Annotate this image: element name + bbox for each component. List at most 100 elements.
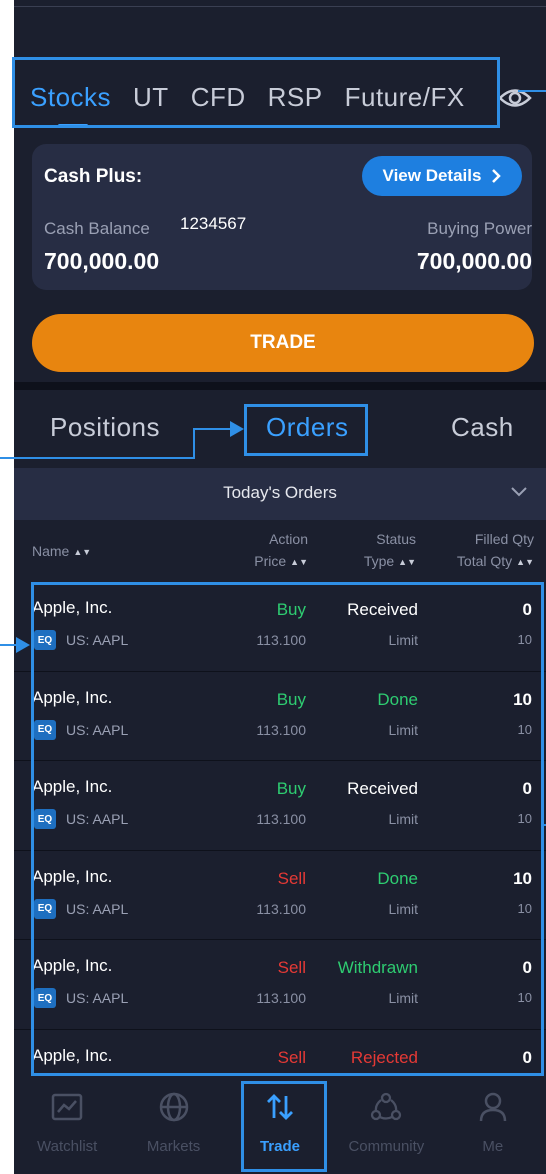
nav-markets-label: Markets (146, 1138, 201, 1155)
annotation-arrow-icon (230, 421, 244, 437)
column-qty-header[interactable]: Filled Qty Total Qty ▲▼ (434, 528, 534, 580)
order-total-qty: 10 (517, 721, 532, 737)
nav-watchlist[interactable]: Watchlist (14, 1078, 120, 1174)
order-symbol: US: AAPL (66, 632, 129, 648)
order-name: Apple, Inc. (32, 777, 113, 796)
order-row[interactable]: Apple, Inc. EQ US: AAPL Sell 113.100 Withdraw… (14, 940, 546, 1030)
order-name: Apple, Inc. (32, 1045, 113, 1065)
cash-plus-card: Cash Plus: View Details Cash Balance 123… (32, 144, 532, 290)
order-action: Buy (276, 689, 306, 709)
column-action-price-header[interactable]: Action Price ▲▼ (224, 528, 308, 580)
user-icon (479, 1092, 506, 1122)
sort-icon: ▲▼ (516, 557, 534, 568)
order-status: Done (377, 868, 418, 888)
order-row[interactable]: Apple, Inc. EQ US: AAPL Sell 113.100 Done Limi… (14, 850, 546, 940)
order-symbol: US: AAPL (66, 721, 129, 738)
tab-future-fx[interactable]: Future/FX (345, 82, 465, 113)
column-name-label: Name (32, 543, 70, 559)
order-name: Apple, Inc. (32, 956, 113, 975)
sort-icon: ▲▼ (290, 557, 308, 568)
order-price: 113.100 (256, 900, 306, 917)
nav-trade-label: Trade (259, 1138, 300, 1155)
tab-cfd[interactable]: CFD (191, 82, 246, 113)
sort-icon: ▲▼ (398, 557, 416, 568)
section-divider (14, 382, 546, 390)
view-details-button[interactable]: View Details (362, 156, 522, 196)
transfer-icon (266, 1094, 293, 1120)
order-filled-qty: 0 (522, 958, 532, 977)
order-type: Limit (388, 721, 418, 738)
annotation-line-orders-vertical (193, 428, 195, 459)
eq-badge: EQ (34, 898, 56, 919)
tab-cash[interactable]: Cash (451, 412, 514, 443)
column-price-label: Price (254, 553, 287, 569)
order-total-qty: 10 (517, 632, 532, 647)
order-filled-qty: 10 (513, 868, 532, 888)
order-price: 113.100 (256, 990, 306, 1006)
buying-power-label: Buying Power (427, 219, 532, 238)
order-filled-qty: 0 (522, 1047, 532, 1067)
order-price: 113.100 (256, 721, 306, 738)
nav-me[interactable]: Me (440, 1078, 546, 1174)
order-status: Received (347, 600, 418, 619)
nav-markets[interactable]: Markets (120, 1078, 226, 1174)
order-total-qty: 10 (517, 990, 532, 1005)
nav-me-label: Me (482, 1138, 504, 1155)
order-action: Sell (277, 958, 306, 977)
order-row[interactable]: Apple, Inc. EQ US: AAPL Buy 113.100 Received L… (14, 582, 546, 672)
tab-ut[interactable]: UT (133, 82, 169, 113)
column-status-label: Status (376, 531, 416, 547)
sort-icon: ▲▼ (73, 547, 92, 558)
view-details-label: View Details (382, 166, 482, 185)
order-symbol: US: AAPL (66, 900, 129, 917)
order-status: Rejected (350, 1047, 418, 1067)
nav-trade[interactable]: Trade (227, 1078, 333, 1174)
eye-icon[interactable] (498, 85, 532, 111)
order-type: Limit (388, 632, 418, 648)
tab-rsp[interactable]: RSP (268, 82, 323, 113)
community-icon (371, 1092, 402, 1121)
column-type-label: Type (363, 553, 395, 569)
buying-power-value: 700,000.00 (416, 248, 532, 274)
column-filled-qty-label: Filled Qty (474, 531, 534, 547)
top-divider (14, 6, 546, 7)
order-action: Buy (276, 779, 306, 798)
order-filled-qty: 0 (522, 600, 532, 619)
todays-orders-label: Today's Orders (223, 483, 337, 502)
annotation-line-orders-horizontal (193, 428, 233, 430)
trade-button[interactable]: TRADE (32, 314, 534, 372)
eq-badge: EQ (34, 719, 56, 740)
order-total-qty: 10 (517, 900, 532, 916)
order-status: Received (347, 779, 418, 798)
tab-orders[interactable]: Orders (266, 412, 348, 443)
nav-watchlist-label: Watchlist (37, 1138, 98, 1155)
order-row[interactable]: Apple, Inc. EQ US: AAPL Buy 113.100 Received L… (14, 761, 546, 851)
order-symbol: US: AAPL (66, 811, 129, 827)
chevron-right-icon (492, 169, 502, 183)
nav-community[interactable]: Community (333, 1078, 439, 1174)
column-status-type-header[interactable]: Status Type ▲▼ (334, 528, 416, 580)
order-row[interactable]: Apple, Inc. EQ US: AAPL Buy 113.100 Done Limit… (14, 671, 546, 761)
order-price: 113.100 (256, 811, 306, 827)
order-filled-qty: 10 (513, 689, 532, 709)
column-action-label: Action (269, 531, 308, 547)
order-action: Sell (277, 868, 306, 888)
annotation-arrow-icon (16, 637, 30, 653)
cash-plus-title: Cash Plus: (44, 166, 143, 187)
asset-tabs: Stocks UT CFD RSP Future/FX (30, 72, 530, 127)
eq-badge: EQ (34, 630, 56, 650)
annotation-line-orders (0, 457, 194, 459)
order-type: Limit (388, 900, 418, 917)
order-name: Apple, Inc. (32, 687, 113, 707)
cash-balance-label: Cash Balance (44, 219, 150, 238)
orders-list: Apple, Inc. EQ US: AAPL Buy 113.100 Received L… (14, 582, 546, 1119)
tab-positions[interactable]: Positions (50, 412, 160, 443)
bottom-nav: Watchlist Markets Trade Community Me (14, 1078, 546, 1174)
todays-orders-dropdown[interactable]: Today's Orders (14, 468, 546, 520)
order-name: Apple, Inc. (32, 866, 113, 886)
cash-balance-value: 700,000.00 (44, 248, 160, 274)
order-price: 113.100 (256, 632, 306, 648)
tab-stocks[interactable]: Stocks (30, 82, 111, 127)
order-filled-qty: 0 (522, 779, 532, 798)
chart-icon (51, 1093, 83, 1121)
